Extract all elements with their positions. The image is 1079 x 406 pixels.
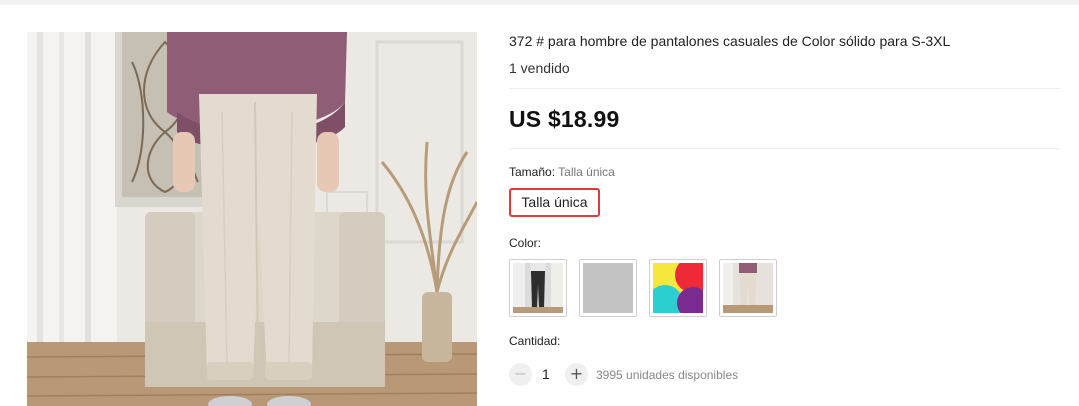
product-price: US $18.99 bbox=[509, 106, 620, 132]
size-label-text: Tamaño: bbox=[509, 165, 556, 179]
color-swatch-gray[interactable] bbox=[579, 259, 637, 317]
quantity-value[interactable]: 1 bbox=[542, 366, 550, 382]
size-label: Tamaño: Talla única bbox=[509, 165, 615, 179]
top-bar bbox=[0, 0, 1079, 5]
quantity-label: Cantidad: bbox=[509, 334, 561, 348]
color-label: Color: bbox=[509, 236, 542, 250]
swatch-gray-fill bbox=[583, 263, 633, 313]
product-image[interactable] bbox=[27, 32, 477, 406]
divider bbox=[509, 148, 1060, 149]
color-swatch-black-pants[interactable] bbox=[509, 259, 567, 317]
product-title: 372 # para hombre de pantalones casuales… bbox=[509, 33, 951, 49]
divider bbox=[509, 88, 1060, 89]
color-swatch-beige-pants[interactable] bbox=[719, 259, 777, 317]
size-selected-value: Talla única bbox=[558, 165, 615, 179]
swatch-thumbnail bbox=[513, 263, 563, 313]
swatch-pattern bbox=[653, 263, 703, 313]
quantity-increase-button[interactable]: + bbox=[565, 363, 588, 386]
color-swatch-multicolor[interactable] bbox=[649, 259, 707, 317]
product-photo bbox=[27, 32, 477, 406]
sold-count: 1 vendido bbox=[509, 60, 570, 76]
size-option-talla-unica[interactable]: Talla única bbox=[509, 188, 600, 217]
available-units: 3995 unidades disponibles bbox=[596, 368, 739, 382]
swatch-thumbnail bbox=[723, 263, 773, 313]
quantity-decrease-button[interactable]: − bbox=[509, 363, 532, 386]
